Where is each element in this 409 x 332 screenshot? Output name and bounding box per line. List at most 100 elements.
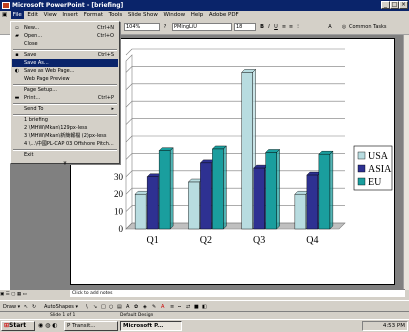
- line-icon[interactable]: \: [86, 304, 88, 310]
- start-button[interactable]: ⊞Start: [1, 321, 35, 331]
- menu-slideshow[interactable]: Slide Show: [126, 11, 160, 19]
- oval-icon[interactable]: ○: [109, 304, 113, 310]
- common-tasks-button[interactable]: Common Tasks: [349, 24, 387, 30]
- task-transit[interactable]: P Transit...: [64, 321, 118, 331]
- file-menu-item-label: Page Setup...: [24, 87, 58, 93]
- menu-adobe-pdf[interactable]: Adobe PDF: [207, 11, 241, 19]
- chart-side-wall: [125, 54, 133, 230]
- align-center-icon[interactable]: ≡: [288, 24, 294, 30]
- bar: [188, 181, 200, 230]
- menu-tools[interactable]: Tools: [107, 11, 125, 19]
- menu-edit[interactable]: Edit: [25, 11, 40, 19]
- rotate-icon[interactable]: ↻: [32, 304, 36, 310]
- fill-color-icon[interactable]: ◈: [143, 304, 147, 310]
- file-menu-item-label: Save As...: [24, 60, 49, 66]
- legend-label: USA: [368, 151, 389, 162]
- file-menu-item[interactable]: Close: [12, 40, 118, 48]
- file-menu-item-label: New...: [24, 25, 40, 31]
- file-menu-item-label: Save as Web Page...: [24, 68, 75, 74]
- bar: [134, 193, 147, 230]
- wordart-icon[interactable]: A: [126, 304, 129, 310]
- font-size-select[interactable]: 18: [234, 23, 256, 31]
- font-color-draw-icon[interactable]: A: [161, 304, 164, 310]
- file-menu-item[interactable]: Web Page Preview: [12, 75, 118, 83]
- windows-taskbar: ⊞Start ◉ ◍ ◐ P Transit... Microsoft P...…: [0, 319, 409, 332]
- select-arrow-icon[interactable]: ↖: [24, 304, 28, 310]
- file-menu-item-shortcut: ▸: [111, 106, 114, 112]
- file-menu-item[interactable]: ▰ Open... Ctrl+O: [12, 32, 118, 40]
- legend-swatch: [357, 177, 366, 186]
- font-select[interactable]: PMingLiU: [172, 23, 232, 31]
- bar: [241, 72, 253, 230]
- bar: [253, 167, 265, 230]
- rectangle-icon[interactable]: □: [101, 304, 106, 310]
- file-menu-item[interactable]: ▬ Print... Ctrl+P: [12, 94, 118, 102]
- line-color-icon[interactable]: ✎: [152, 304, 156, 310]
- menu-insert[interactable]: Insert: [60, 11, 80, 19]
- arrow-icon[interactable]: ↘: [93, 304, 97, 310]
- file-menu-item[interactable]: 4 \...\中國PL-CAP 03 Offshore Pitch...: [12, 140, 118, 148]
- file-menu-item-label: Send To: [24, 106, 44, 112]
- notes-pane[interactable]: Click to add notes: [70, 289, 405, 297]
- view-buttons[interactable]: ▣ ☰ ▢ ▦ ▭: [0, 292, 70, 299]
- gridline-side: [125, 48, 133, 56]
- file-menu-item[interactable]: Save As...: [12, 59, 118, 67]
- menu-file[interactable]: File: [10, 11, 24, 19]
- file-menu-item[interactable]: Page Setup...: [12, 86, 118, 94]
- bar: [318, 153, 331, 230]
- bullets-icon[interactable]: ⁝: [295, 24, 301, 30]
- italic-button[interactable]: I: [266, 24, 272, 30]
- align-left-icon[interactable]: ≡: [281, 24, 287, 30]
- autoshapes-menu[interactable]: AutoShapes ▾: [44, 304, 78, 310]
- legend-swatch: [357, 151, 366, 160]
- help-icon[interactable]: ?: [162, 24, 168, 30]
- menu-format[interactable]: Format: [82, 11, 105, 19]
- file-menu-item[interactable]: ◐ Save as Web Page...: [12, 67, 118, 75]
- bar: [212, 148, 224, 230]
- task-powerpoint[interactable]: Microsoft P...: [120, 321, 182, 331]
- bar: [158, 150, 171, 230]
- expand-menu-arrow[interactable]: ¥: [12, 160, 118, 168]
- zoom-select[interactable]: 104%: [124, 23, 160, 31]
- menu-help[interactable]: Help: [189, 11, 206, 19]
- vertical-scrollbar[interactable]: [403, 35, 409, 290]
- file-menu-item[interactable]: ▫ New... Ctrl+N: [12, 24, 118, 32]
- file-menu-item-shortcut: Ctrl+O: [96, 33, 114, 39]
- quick-launch[interactable]: ◉ ◍ ◐: [38, 322, 58, 329]
- file-menu-item[interactable]: Exit: [12, 151, 118, 159]
- file-menu-item[interactable]: 2 \MHW\Mkan\129px-less: [12, 124, 118, 132]
- shadow-icon[interactable]: ■: [194, 304, 199, 310]
- file-menu-item[interactable]: Send To ▸: [12, 105, 118, 113]
- bar-side: [169, 147, 174, 230]
- file-menu-item-label: Open...: [24, 33, 43, 39]
- close-button[interactable]: ×: [399, 1, 408, 9]
- textbox-icon[interactable]: ▤: [117, 304, 122, 310]
- file-menu-item-label: 1 briefing: [24, 117, 48, 123]
- clipart-icon[interactable]: ✿: [134, 304, 138, 310]
- file-menu-item-shortcut: Ctrl+S: [97, 52, 114, 58]
- underline-button[interactable]: U: [273, 24, 279, 30]
- web-page-icon: ◐: [14, 68, 20, 74]
- file-menu-item[interactable]: ▪ Save Ctrl+S: [12, 51, 118, 59]
- y-tick-label: 20: [114, 189, 124, 199]
- menu-view[interactable]: View: [42, 11, 59, 19]
- doc-icon[interactable]: ▣: [0, 11, 9, 19]
- file-menu-item[interactable]: 3 \MHW\Mkan\新簡報檔 (2)px-less: [12, 132, 118, 140]
- x-category-label: Q3: [253, 235, 265, 246]
- draw-menu[interactable]: Draw ▾: [3, 304, 20, 310]
- powerpoint-app-icon[interactable]: [2, 2, 10, 9]
- file-menu-item-label: Print...: [24, 95, 41, 101]
- dash-style-icon[interactable]: ┅: [178, 304, 181, 310]
- bar: [146, 176, 159, 230]
- file-menu-item[interactable]: 1 briefing: [12, 116, 118, 124]
- legend-label: ASIA: [368, 164, 392, 175]
- arrow-style-icon[interactable]: ⇄: [186, 304, 190, 310]
- common-tasks-icon[interactable]: ◎: [341, 24, 347, 30]
- 3d-icon[interactable]: ◧: [202, 304, 207, 310]
- line-style-icon[interactable]: ≡: [170, 304, 174, 310]
- maximize-button[interactable]: □: [390, 1, 399, 9]
- bold-button[interactable]: B: [259, 24, 265, 30]
- font-color-icon[interactable]: A: [327, 24, 333, 30]
- menu-window[interactable]: Window: [161, 11, 187, 19]
- minimize-button[interactable]: _: [381, 1, 390, 9]
